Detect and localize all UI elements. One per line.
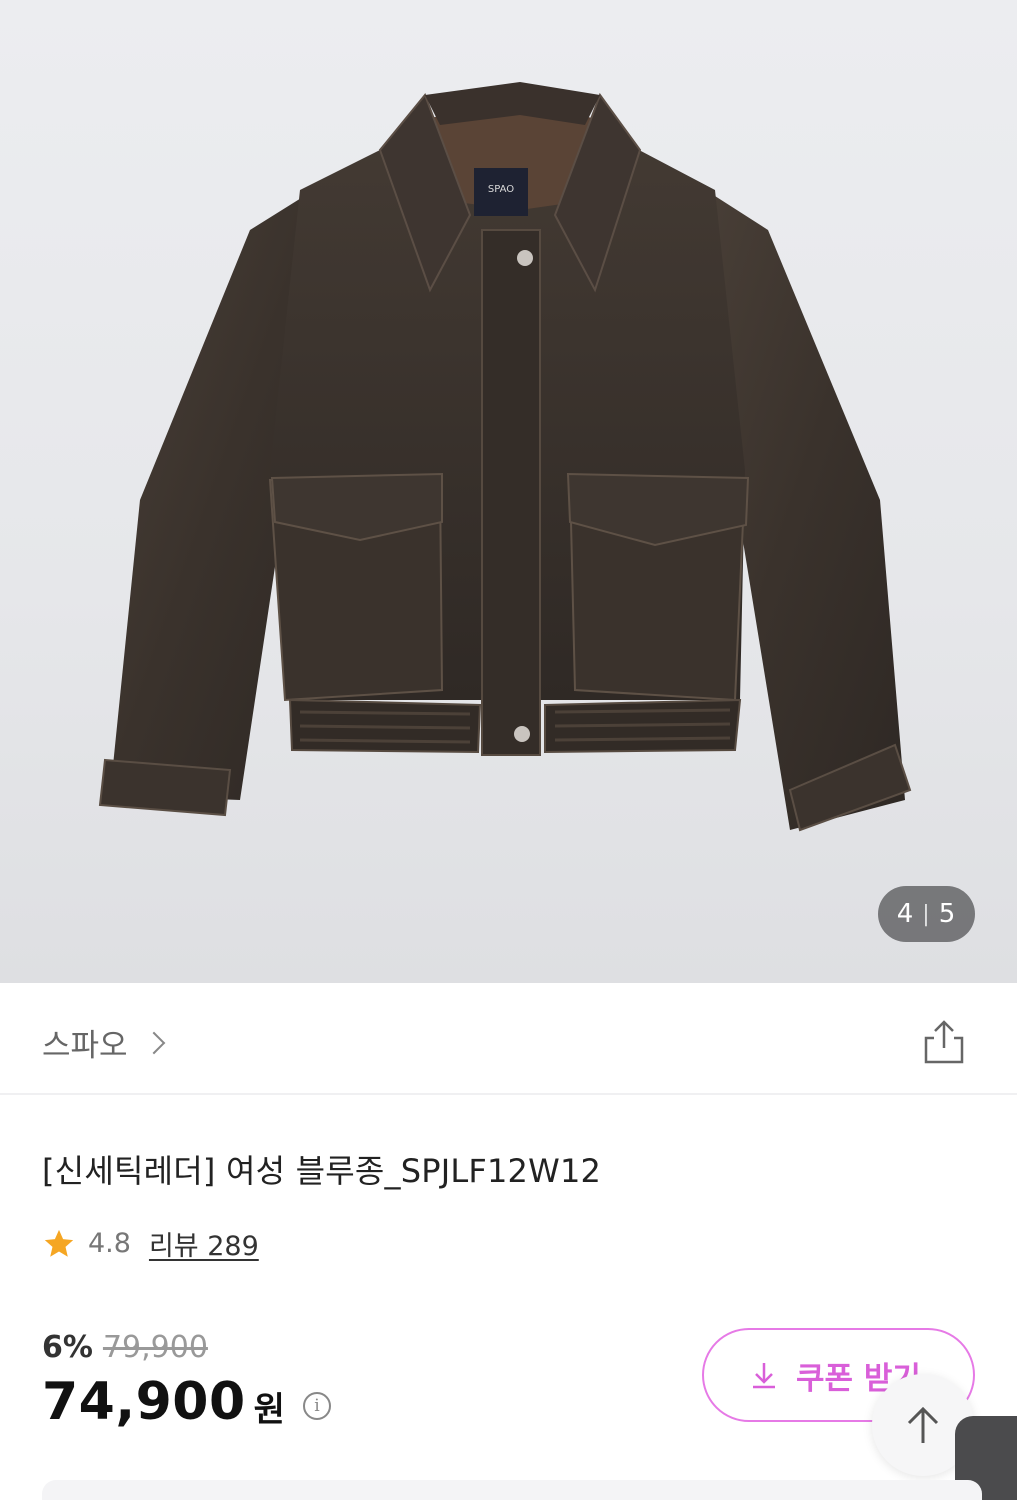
star-icon — [44, 1229, 74, 1257]
arrow-up-icon — [907, 1406, 939, 1443]
share-button[interactable] — [918, 1016, 970, 1068]
price-unit: 원 — [253, 1389, 285, 1430]
price-row: 74,900 원 i — [42, 1372, 331, 1432]
jacket-image: SPAO — [98, 82, 912, 832]
brand-tag-text: SPAO — [488, 184, 514, 195]
share-icon — [924, 1020, 964, 1064]
discount-rate: 6% — [42, 1330, 93, 1365]
image-counter-total: 5 — [938, 899, 957, 929]
discount-row: 6% 79,900 — [42, 1330, 208, 1365]
brand-name: 스파오 — [42, 1028, 128, 1064]
brand-link[interactable]: 스파오 — [42, 1020, 165, 1065]
rating-row: 4.8 리뷰 289 — [42, 1224, 259, 1263]
original-price: 79,900 — [102, 1330, 208, 1365]
image-counter: 4 | 5 — [878, 886, 975, 942]
product-detail-page: SPAO 4 | 5 스파오 [신세틱레더] 여성 블루종_SPJLF12W12… — [0, 0, 1017, 1500]
image-counter-separator: | — [922, 901, 931, 927]
price-info-icon[interactable]: i — [302, 1392, 331, 1420]
rating-value: 4.8 — [88, 1228, 131, 1259]
final-price: 74,900 — [42, 1372, 246, 1432]
download-icon — [753, 1363, 775, 1389]
review-link[interactable]: 리뷰 289 — [149, 1224, 259, 1263]
next-section-box — [42, 1480, 982, 1500]
product-title: [신세틱레더] 여성 블루종_SPJLF12W12 — [42, 1152, 602, 1190]
chevron-right-icon — [142, 1031, 165, 1054]
product-image-gallery[interactable]: SPAO 4 | 5 — [0, 0, 1017, 983]
image-counter-current: 4 — [896, 899, 915, 929]
